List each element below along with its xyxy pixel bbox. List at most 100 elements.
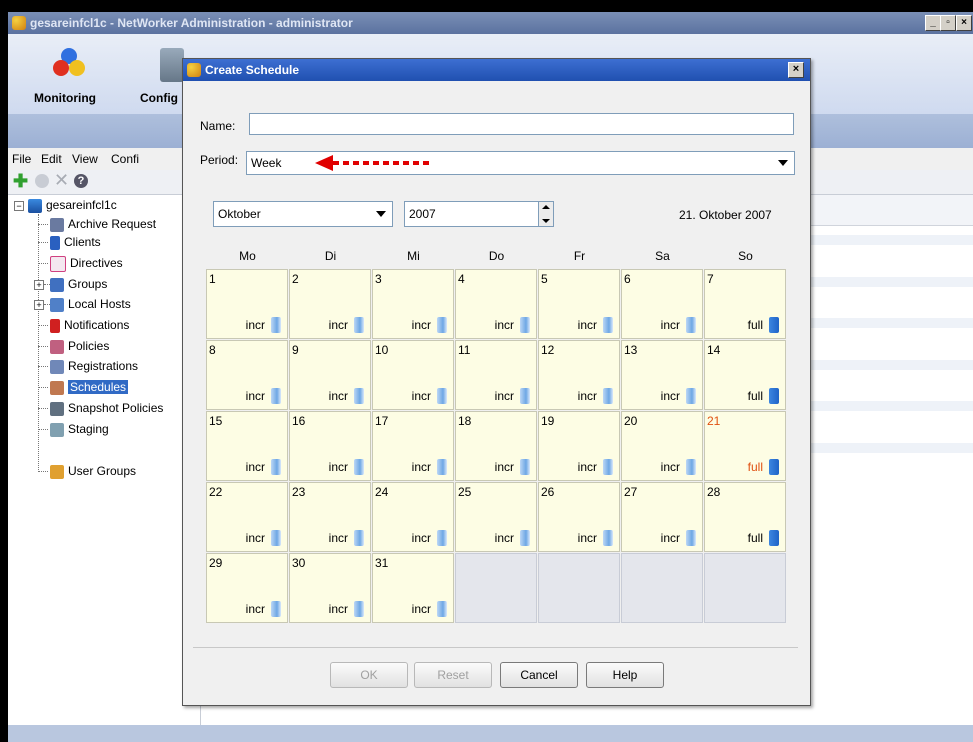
backup-level: incr — [411, 389, 431, 403]
calendar-day-cell[interactable]: 11 incr — [455, 340, 537, 410]
incremental-backup-icon — [686, 530, 696, 546]
tree-item-groups[interactable]: Groups — [50, 275, 107, 293]
tree-root[interactable]: gesareinfcl1c — [28, 196, 117, 214]
maximize-button[interactable]: ▫ — [940, 15, 956, 31]
monitoring-label[interactable]: Monitoring — [34, 91, 96, 105]
tree-collapse-icon[interactable]: − — [14, 201, 24, 211]
menu-file[interactable]: File — [12, 152, 31, 166]
calendar-day-cell[interactable]: 12 incr — [538, 340, 620, 410]
reset-button[interactable]: Reset — [414, 662, 492, 688]
weekday-header: Mo — [239, 249, 256, 263]
tree-item-notifications[interactable]: Notifications — [50, 316, 129, 334]
delete-icon[interactable]: ✕ — [54, 170, 69, 190]
backup-level: incr — [328, 389, 348, 403]
config-label[interactable]: Config — [140, 91, 178, 105]
weekday-header: Di — [324, 249, 337, 263]
calendar-day-cell[interactable]: 25 incr — [455, 482, 537, 552]
calendar-day-cell[interactable]: 4 incr — [455, 269, 537, 339]
dropdown-arrow-icon — [778, 160, 788, 166]
ok-button[interactable]: OK — [330, 662, 408, 688]
spin-up-icon[interactable] — [542, 205, 550, 209]
spin-down-icon[interactable] — [542, 219, 550, 223]
calendar-day-cell[interactable]: 23 incr — [289, 482, 371, 552]
close-button[interactable]: × — [956, 15, 972, 31]
tree-expand-icon[interactable]: + — [34, 300, 44, 310]
backup-level: incr — [245, 602, 265, 616]
calendar-day-cell[interactable]: 1 incr — [206, 269, 288, 339]
menu-config[interactable]: Confi — [111, 152, 139, 166]
backup-level: incr — [494, 389, 514, 403]
calendar-day-cell[interactable]: 5 incr — [538, 269, 620, 339]
tree-connector — [38, 346, 48, 347]
menu-edit[interactable]: Edit — [41, 152, 62, 166]
config-icon[interactable] — [160, 48, 184, 82]
calendar-day-cell[interactable]: 27 incr — [621, 482, 703, 552]
calendar-day-cell[interactable]: 6 incr — [621, 269, 703, 339]
day-number: 23 — [292, 485, 306, 499]
day-number: 1 — [209, 272, 216, 286]
selected-date: 21. Oktober 2007 — [679, 208, 772, 222]
cancel-button[interactable]: Cancel — [500, 662, 578, 688]
calendar-day-cell[interactable]: 13 incr — [621, 340, 703, 410]
calendar-day-cell[interactable]: 19 incr — [538, 411, 620, 481]
monitoring-icon[interactable] — [52, 46, 86, 80]
tree-expand-icon[interactable]: + — [34, 280, 44, 290]
calendar-day-cell[interactable]: 14 full — [704, 340, 786, 410]
tree-item-label: Notifications — [64, 318, 130, 332]
backup-level: incr — [660, 460, 680, 474]
year-spinner[interactable]: 2007 — [404, 201, 554, 227]
archive-request-icon — [50, 217, 64, 232]
minimize-button[interactable]: _ — [925, 15, 941, 31]
tree-item-staging[interactable]: Staging — [50, 420, 109, 438]
tree-item-label: Registrations — [68, 359, 139, 373]
calendar-day-cell[interactable]: 15 incr — [206, 411, 288, 481]
day-number: 2 — [292, 272, 299, 286]
menu-view[interactable]: View — [72, 152, 98, 166]
calendar-day-cell[interactable]: 29 incr — [206, 553, 288, 623]
calendar-day-cell[interactable]: 22 incr — [206, 482, 288, 552]
tree-item-directives[interactable]: Directives — [50, 254, 123, 272]
day-number: 21 — [707, 414, 721, 428]
properties-icon[interactable] — [35, 174, 49, 188]
tree-item-snapshot-policies[interactable]: Snapshot Policies — [50, 399, 163, 417]
tree-connector — [38, 263, 48, 264]
backup-level: incr — [411, 460, 431, 474]
calendar-day-cell[interactable]: 17 incr — [372, 411, 454, 481]
tree-item-local-hosts[interactable]: Local Hosts — [50, 295, 131, 313]
calendar-day-cell[interactable]: 21 full — [704, 411, 786, 481]
tree-item-user-groups[interactable]: User Groups — [50, 462, 136, 480]
tree-item-clients[interactable]: Clients — [50, 233, 101, 251]
calendar-day-cell[interactable]: 18 incr — [455, 411, 537, 481]
tree-item-schedules[interactable]: Schedules — [50, 378, 129, 396]
incremental-backup-icon — [686, 459, 696, 475]
calendar-day-cell[interactable]: 28 full — [704, 482, 786, 552]
calendar-day-cell[interactable]: 10 incr — [372, 340, 454, 410]
calendar-day-cell[interactable]: 26 incr — [538, 482, 620, 552]
tree-connector — [38, 471, 48, 472]
dialog-close-button[interactable]: × — [788, 62, 804, 78]
calendar-day-cell[interactable]: 31 incr — [372, 553, 454, 623]
incremental-backup-icon — [520, 388, 530, 404]
help-button[interactable]: Help — [586, 662, 664, 688]
tree-item-policies[interactable]: Policies — [50, 337, 109, 355]
red-arrow-annotation — [315, 155, 433, 171]
calendar-day-cell[interactable]: 7 full — [704, 269, 786, 339]
calendar-day-cell[interactable]: 24 incr — [372, 482, 454, 552]
add-icon[interactable]: ✚ — [13, 172, 28, 190]
backup-level: incr — [245, 318, 265, 332]
month-select[interactable]: Oktober — [213, 201, 393, 227]
help-icon[interactable]: ? — [74, 174, 88, 188]
tree-item-archive-request[interactable]: Archive Request — [50, 215, 156, 233]
calendar-day-cell[interactable]: 20 incr — [621, 411, 703, 481]
calendar-day-cell[interactable]: 30 incr — [289, 553, 371, 623]
calendar-day-cell[interactable]: 9 incr — [289, 340, 371, 410]
name-input[interactable] — [249, 113, 794, 135]
calendar-day-cell[interactable]: 3 incr — [372, 269, 454, 339]
spinner-buttons[interactable] — [538, 202, 553, 226]
tree-item-registrations[interactable]: Registrations — [50, 357, 138, 375]
calendar-day-cell[interactable]: 2 incr — [289, 269, 371, 339]
calendar-day-cell[interactable]: 8 incr — [206, 340, 288, 410]
directives-icon — [50, 255, 66, 272]
calendar-day-cell[interactable]: 16 incr — [289, 411, 371, 481]
dialog-title-bar[interactable]: Create Schedule × — [183, 59, 810, 81]
